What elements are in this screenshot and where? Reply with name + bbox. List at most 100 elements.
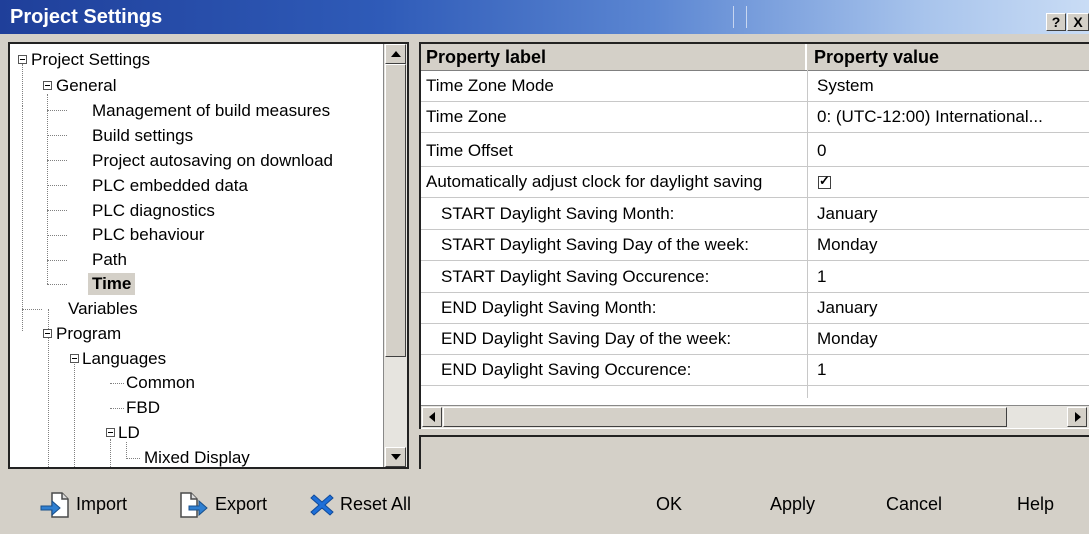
property-row[interactable]: END Daylight Saving Day of the week: Mon… bbox=[421, 324, 1089, 355]
title-grip bbox=[733, 6, 747, 28]
cancel-button[interactable]: Cancel bbox=[886, 487, 942, 521]
tree-vertical-scrollbar[interactable] bbox=[383, 44, 407, 467]
tree-connector bbox=[47, 160, 67, 161]
tree-connector bbox=[47, 260, 67, 261]
property-value[interactable]: 0: (UTC-12:00) International... bbox=[817, 102, 1043, 132]
tree-connector bbox=[47, 135, 67, 136]
tree-item-project-settings[interactable]: Project Settings bbox=[31, 49, 150, 71]
tree-item-general[interactable]: General bbox=[56, 75, 116, 97]
property-row[interactable]: Time Zone 0: (UTC-12:00) International..… bbox=[421, 102, 1089, 133]
property-value[interactable]: 1 bbox=[817, 355, 826, 385]
scroll-down-button[interactable] bbox=[385, 447, 406, 467]
tree-connector bbox=[74, 364, 75, 467]
property-label: START Daylight Saving Month: bbox=[441, 204, 675, 223]
reset-all-button[interactable]: Reset All bbox=[310, 487, 411, 521]
property-row[interactable]: START Daylight Saving Day of the week: M… bbox=[421, 230, 1089, 261]
property-row[interactable]: END Daylight Saving Occurence: 1 bbox=[421, 355, 1089, 386]
property-grid-header: Property label Property value bbox=[421, 44, 1089, 71]
property-label: Time Zone Mode bbox=[426, 76, 554, 95]
property-row[interactable]: END Daylight Saving Month: January bbox=[421, 293, 1089, 324]
ok-button[interactable]: OK bbox=[656, 487, 682, 521]
property-value[interactable]: January bbox=[817, 199, 877, 229]
property-row[interactable]: START Daylight Saving Occurence: 1 bbox=[421, 262, 1089, 293]
tree-connector bbox=[22, 309, 42, 310]
property-value[interactable]: Monday bbox=[817, 324, 877, 354]
column-header-property-label[interactable]: Property label bbox=[421, 44, 807, 70]
collapse-icon[interactable] bbox=[18, 55, 27, 64]
scroll-thumb[interactable] bbox=[443, 407, 1007, 427]
property-row[interactable]: Automatically adjust clock for daylight … bbox=[421, 167, 1089, 198]
tree-connector bbox=[22, 106, 23, 331]
tree-connector bbox=[110, 408, 124, 409]
property-label: END Daylight Saving Day of the week: bbox=[441, 329, 732, 348]
tree-item-variables[interactable]: Variables bbox=[68, 298, 138, 320]
property-value[interactable]: System bbox=[817, 71, 874, 101]
title-bar[interactable]: Project Settings ? X bbox=[0, 0, 1089, 34]
tree-connector bbox=[110, 439, 111, 467]
collapse-icon[interactable] bbox=[43, 329, 52, 338]
property-value[interactable]: 0 bbox=[817, 136, 826, 166]
property-row[interactable]: Time Offset 0 bbox=[421, 136, 1089, 167]
property-row[interactable]: START Daylight Saving Month: January bbox=[421, 199, 1089, 230]
arrow-down-icon bbox=[391, 454, 401, 460]
help-button[interactable]: Help bbox=[1017, 487, 1054, 521]
collapse-icon[interactable] bbox=[106, 428, 115, 437]
tree-connector bbox=[47, 94, 48, 284]
scroll-up-button[interactable] bbox=[385, 44, 406, 64]
tree-connector bbox=[47, 284, 67, 285]
tree-connector bbox=[126, 458, 140, 459]
arrow-right-icon bbox=[1075, 412, 1081, 422]
tree-item-mixed-display[interactable]: Mixed Display bbox=[144, 447, 250, 467]
settings-tree[interactable]: Project Settings General Management of b… bbox=[8, 42, 409, 469]
tree-item-project-autosaving[interactable]: Project autosaving on download bbox=[92, 150, 333, 172]
import-label: Import bbox=[76, 494, 128, 514]
tree-item-time[interactable]: Time bbox=[88, 273, 136, 295]
help-icon[interactable]: ? bbox=[1046, 13, 1066, 31]
tree-connector bbox=[126, 442, 127, 457]
tree-item-plc-behaviour[interactable]: PLC behaviour bbox=[92, 224, 204, 246]
tree-connector bbox=[47, 110, 67, 111]
property-row[interactable]: Time Zone Mode System bbox=[421, 71, 1089, 102]
property-grid[interactable]: Property label Property value Time Zone … bbox=[419, 42, 1089, 429]
tree-item-languages[interactable]: Languages bbox=[82, 348, 166, 370]
collapse-icon[interactable] bbox=[43, 81, 52, 90]
property-value[interactable]: January bbox=[817, 293, 877, 323]
window-title: Project Settings bbox=[10, 6, 163, 28]
property-value[interactable]: 1 bbox=[817, 262, 826, 292]
tree-item-fbd[interactable]: FBD bbox=[126, 397, 160, 419]
tree-item-build-settings[interactable]: Build settings bbox=[92, 125, 193, 147]
tree-item-plc-embedded-data[interactable]: PLC embedded data bbox=[92, 175, 248, 197]
reset-x-icon bbox=[310, 494, 334, 516]
tree-item-ld[interactable]: LD bbox=[118, 422, 140, 444]
apply-button[interactable]: Apply bbox=[770, 487, 815, 521]
scroll-right-button[interactable] bbox=[1067, 407, 1087, 427]
collapse-icon[interactable] bbox=[70, 354, 79, 363]
tree-item-program[interactable]: Program bbox=[56, 323, 121, 345]
export-icon bbox=[180, 492, 208, 518]
property-value[interactable]: Monday bbox=[817, 230, 877, 260]
tree-connector bbox=[47, 185, 67, 186]
property-horizontal-scrollbar[interactable] bbox=[421, 405, 1089, 428]
export-button[interactable]: Export bbox=[179, 487, 267, 521]
scroll-thumb[interactable] bbox=[385, 64, 406, 357]
property-label: Time Zone bbox=[426, 107, 507, 126]
close-icon[interactable]: X bbox=[1067, 13, 1089, 31]
tree-connector bbox=[47, 210, 67, 211]
daylight-saving-checkbox[interactable] bbox=[818, 173, 831, 189]
tree-item-management-of-build-measures[interactable]: Management of build measures bbox=[92, 100, 330, 122]
property-label: Time Offset bbox=[426, 141, 513, 160]
tree-item-path[interactable]: Path bbox=[92, 249, 127, 271]
property-label: Automatically adjust clock for daylight … bbox=[426, 172, 763, 191]
property-description-panel bbox=[419, 435, 1089, 469]
reset-all-label: Reset All bbox=[340, 494, 412, 514]
tree-connector bbox=[110, 383, 124, 384]
arrow-up-icon bbox=[391, 51, 401, 57]
scroll-left-button[interactable] bbox=[422, 407, 442, 427]
column-header-property-value[interactable]: Property value bbox=[809, 44, 1089, 70]
tree-item-common[interactable]: Common bbox=[126, 372, 195, 394]
property-label: END Daylight Saving Occurence: bbox=[441, 360, 692, 379]
tree-item-plc-diagnostics[interactable]: PLC diagnostics bbox=[92, 200, 215, 222]
import-button[interactable]: Import bbox=[40, 487, 127, 521]
tree-connector bbox=[22, 64, 23, 106]
export-label: Export bbox=[215, 494, 268, 514]
